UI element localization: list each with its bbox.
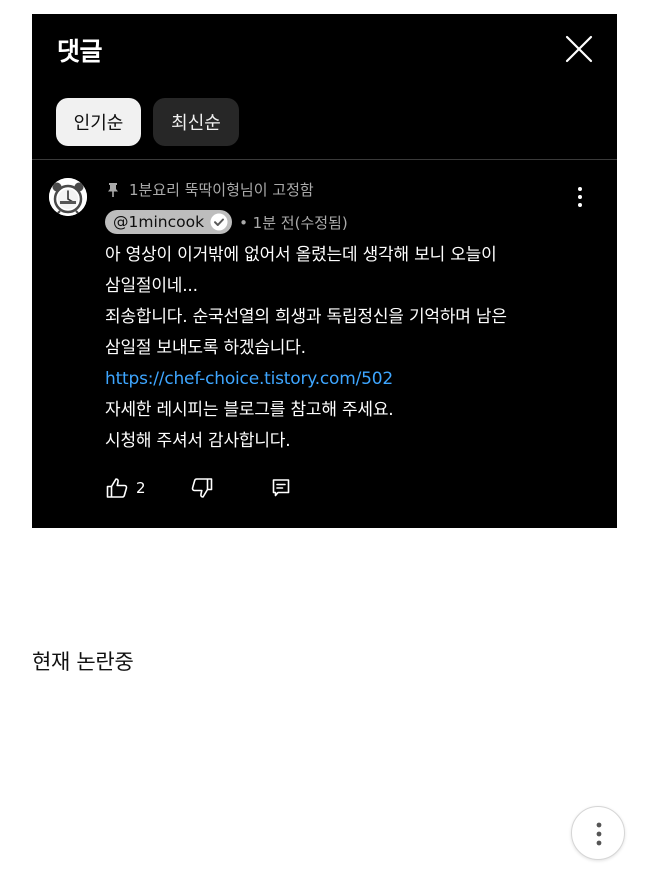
author-row: @1mincook • 1분 전(수정됨) — [105, 210, 348, 234]
like-button[interactable]: 2 — [105, 476, 146, 500]
more-options-button[interactable] — [573, 186, 587, 208]
pinned-indicator: 1분요리 뚝딱이형님이 고정함 — [106, 179, 314, 200]
dislike-button[interactable] — [190, 476, 214, 500]
like-count: 2 — [136, 479, 146, 497]
comment-text: 아 영상이 이거밖에 없어서 올렸는데 생각해 보니 오늘이 삼일절이네... … — [105, 240, 585, 457]
panel-title: 댓글 — [57, 37, 103, 66]
close-icon — [565, 35, 593, 63]
comment-line: 죄송합니다. 순국선열의 희생과 독립정신을 기억하며 남은 — [105, 307, 507, 327]
close-button[interactable] — [564, 34, 594, 64]
alarm-clock-icon — [49, 178, 87, 216]
comment-line: 삼일절 보내도록 하겠습니다. — [105, 338, 306, 358]
comment-line: 자세한 레시피는 블로그를 참고해 주세요. — [105, 400, 394, 420]
comment-line: 아 영상이 이거밖에 없어서 올렸는데 생각해 보니 오늘이 — [105, 245, 497, 265]
comment-line: 시청해 주셔서 감사합니다. — [105, 431, 291, 451]
thumbs-up-icon — [106, 478, 128, 498]
sort-chip-popular[interactable]: 인기순 — [56, 98, 141, 146]
pin-icon — [108, 182, 118, 197]
divider — [32, 159, 617, 160]
comment-line: 삼일절이네... — [105, 276, 198, 296]
comment-timestamp: • 1분 전(수정됨) — [239, 213, 348, 232]
thumbs-down-icon — [191, 478, 213, 498]
blog-link[interactable]: https://chef-choice.tistory.com/502 — [105, 364, 585, 395]
post-caption: 현재 논란중 — [32, 650, 134, 674]
reply-icon — [272, 479, 290, 497]
comment-actions: 2 — [105, 476, 405, 500]
verified-check-icon — [210, 213, 228, 231]
comments-panel: 댓글 인기순 최신순 1분요리 뚝딱이형님이 고정함 @1mincook • 1… — [32, 14, 617, 528]
reply-button[interactable] — [269, 476, 293, 500]
author-chip[interactable]: @1mincook — [105, 210, 233, 234]
more-vertical-icon — [578, 187, 582, 207]
pinned-label: 1분요리 뚝딱이형님이 고정함 — [129, 181, 314, 199]
author-name: @1mincook — [113, 213, 205, 231]
more-options-fab[interactable] — [571, 806, 625, 860]
avatar[interactable] — [49, 178, 87, 216]
sort-chip-latest[interactable]: 최신순 — [153, 98, 239, 146]
more-vertical-icon — [596, 822, 602, 846]
